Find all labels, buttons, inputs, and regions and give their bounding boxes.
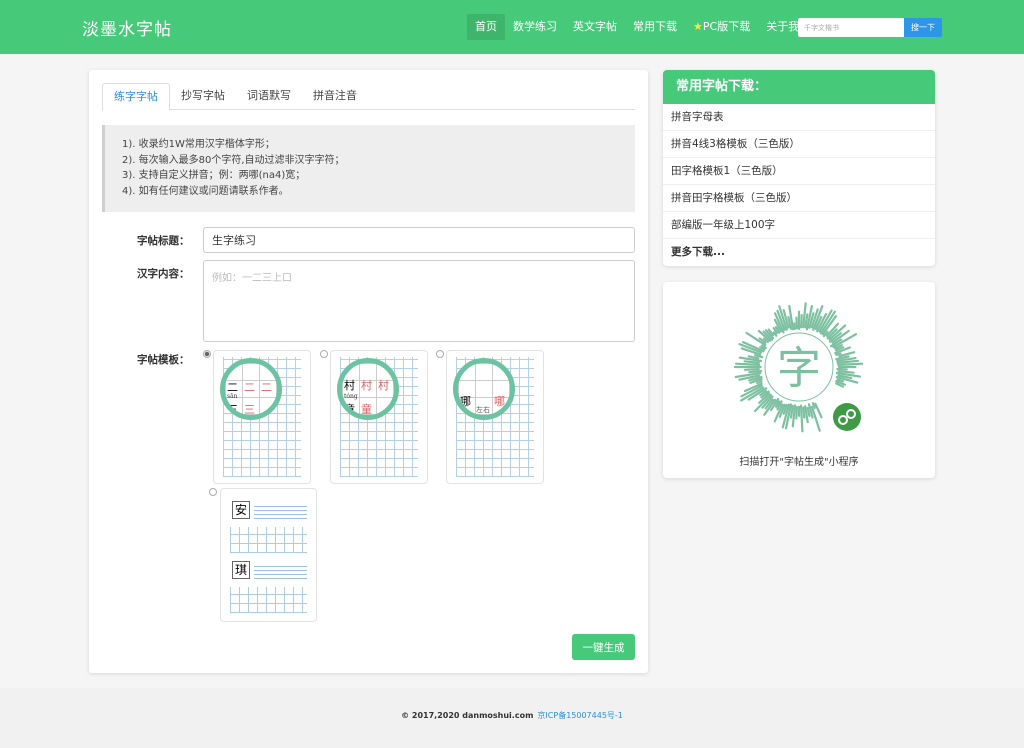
download-link[interactable]: 田字格模板1（三色版） (663, 158, 935, 185)
more-downloads-link[interactable]: 更多下载... (663, 239, 935, 266)
qr-dash (806, 406, 811, 418)
nav-downloads[interactable]: 常用下载 (625, 14, 685, 40)
mag-char: 童 (361, 403, 372, 416)
brand-logo[interactable]: 淡墨水字帖 (82, 15, 172, 40)
qr-dash (793, 322, 797, 331)
mag-pinyin: sān (227, 393, 238, 400)
miniprogram-qr-code: 字 (733, 302, 864, 433)
downloads-panel: 常用字帖下载： 拼音字母表 拼音4线3格模板（三色版） 田字格模板1（三色版） … (663, 70, 935, 266)
qr-dash (795, 405, 799, 420)
qr-dash (743, 360, 760, 364)
nav-pc-download-label: PC版下载 (702, 20, 751, 33)
nav-home[interactable]: 首页 (467, 14, 505, 40)
qr-dash (838, 351, 856, 358)
top-navbar: 淡墨水字帖 首页 数学练习 英文字帖 常用下载 ★PC版下载 关于我 搜一下 (0, 0, 1024, 54)
nav-pc-download[interactable]: ★PC版下载 (685, 14, 758, 40)
generate-button[interactable]: 一键生成 (572, 634, 635, 660)
main-nav: 首页 数学练习 英文字帖 常用下载 ★PC版下载 关于我 (467, 14, 807, 40)
nav-math-practice[interactable]: 数学练习 (505, 14, 565, 40)
qr-dash (835, 352, 842, 357)
qr-dash (756, 380, 763, 385)
mag-char: 二 (244, 381, 255, 394)
qr-dash (837, 370, 855, 374)
template-label: 字帖模板： (137, 354, 190, 366)
magnifier-circle: 村 村 村 tóng 童 童 (337, 358, 399, 420)
qr-dash (837, 362, 864, 367)
content-label: 汉字内容： (137, 268, 190, 280)
mag-char: 童 (344, 403, 355, 416)
search-form: 搜一下 (798, 18, 942, 37)
main-panel: 练字字帖 抄写字帖 词语默写 拼音注音 1). 收录约1W常用汉字楷体字形； 2… (89, 70, 648, 673)
tab-practice-copybook[interactable]: 练字字帖 (102, 83, 170, 111)
qr-dash (802, 406, 806, 419)
download-link[interactable]: 拼音字母表 (663, 104, 935, 131)
tab-bar: 练字字帖 抄写字帖 词语默写 拼音注音 (102, 83, 635, 111)
downloads-title: 常用字帖下载： (663, 70, 935, 104)
qr-dash (836, 367, 848, 371)
instructions-notice: 1). 收录约1W常用汉字楷体字形； 2). 每次输入最多80个字符,自动过滤非… (102, 125, 635, 212)
download-link[interactable]: 部编版一年级上100字 (663, 212, 935, 239)
download-link[interactable]: 拼音4线3格模板（三色版） (663, 131, 935, 158)
mag-char: 村 (361, 379, 372, 392)
qr-dash (743, 367, 760, 371)
search-input[interactable] (798, 18, 904, 37)
download-link[interactable]: 拼音田字格模板（三色版） (663, 185, 935, 212)
mag-pinyin: tóng (344, 393, 358, 400)
qr-center-char: 字 (777, 343, 821, 394)
footer-line: © 2017,2020 danmoshui.com 京ICP备15007445号-… (0, 710, 1024, 721)
tab-word-dictation[interactable]: 词语默写 (236, 83, 302, 110)
magnifier-circle: 哪 哪 左右 (453, 358, 515, 420)
miniprogram-panel: 字 扫描打开"字帖生成"小程序 (663, 282, 935, 478)
title-input[interactable] (203, 227, 635, 253)
miniprogram-caption: 扫描打开"字帖生成"小程序 (739, 457, 859, 468)
title-label: 字帖标题： (137, 235, 190, 247)
qr-dash (795, 316, 799, 330)
template-sample-char: 安 (232, 501, 250, 519)
template-row: 琪 (230, 557, 307, 615)
search-button[interactable]: 搜一下 (904, 18, 942, 37)
page-footer: © 2017,2020 danmoshui.com 京ICP备15007445号-… (0, 688, 1024, 748)
mag-char: 二 (261, 381, 272, 394)
mag-char: 村 (378, 379, 389, 392)
star-icon: ★ (693, 20, 703, 33)
template-thumb-2[interactable]: 村 村 村 tóng 童 童 (330, 350, 428, 484)
template-row: 安 (230, 497, 307, 555)
mag-char: 三 (244, 403, 255, 416)
template-radio-2[interactable] (320, 350, 328, 358)
icp-link[interactable]: 京ICP备15007445号-1 (537, 711, 622, 720)
template-radio-3[interactable] (436, 350, 444, 358)
qr-dash (734, 362, 761, 367)
tab-transcribe-copybook[interactable]: 抄写字帖 (170, 83, 236, 110)
content-textarea[interactable] (203, 260, 635, 342)
template-thumb-4[interactable]: 安 琪 (220, 488, 317, 622)
template-thumb-3[interactable]: 哪 哪 左右 (446, 350, 544, 484)
tab-pinyin-annotation[interactable]: 拼音注音 (302, 83, 368, 110)
qr-dash (748, 369, 763, 374)
notice-line: 2). 每次输入最多80个字符,自动过滤非汉字字符； (122, 154, 345, 166)
qr-dash (799, 313, 803, 329)
mag-char: 哪 (494, 395, 505, 408)
notice-line: 1). 收录约1W常用汉字楷体字形； (122, 139, 275, 150)
notice-line: 4). 如有任何建议或问题请联系作者。 (122, 185, 289, 197)
mag-char: 村 (344, 379, 355, 392)
qr-dash (799, 404, 804, 433)
copyright-text: © 2017,2020 danmoshui.com (401, 711, 534, 720)
qr-dash (828, 324, 847, 341)
template-sample-char: 琪 (232, 561, 250, 579)
mag-char: 三 (227, 403, 238, 416)
nav-english-copybook[interactable]: 英文字帖 (565, 14, 625, 40)
template-thumb-1[interactable]: 二 二 二 sān 三 三 (213, 350, 311, 484)
notice-line: 3). 支持自定义拼音；例：两哪(na4)宽； (122, 170, 306, 181)
magnifier-circle: 二 二 二 sān 三 三 (220, 358, 282, 420)
qr-dash (814, 402, 823, 419)
template-radio-4[interactable] (209, 488, 217, 496)
mag-label: 左右 (476, 406, 490, 414)
template-radio-1[interactable] (203, 350, 211, 358)
mag-char: 哪 (460, 395, 471, 408)
